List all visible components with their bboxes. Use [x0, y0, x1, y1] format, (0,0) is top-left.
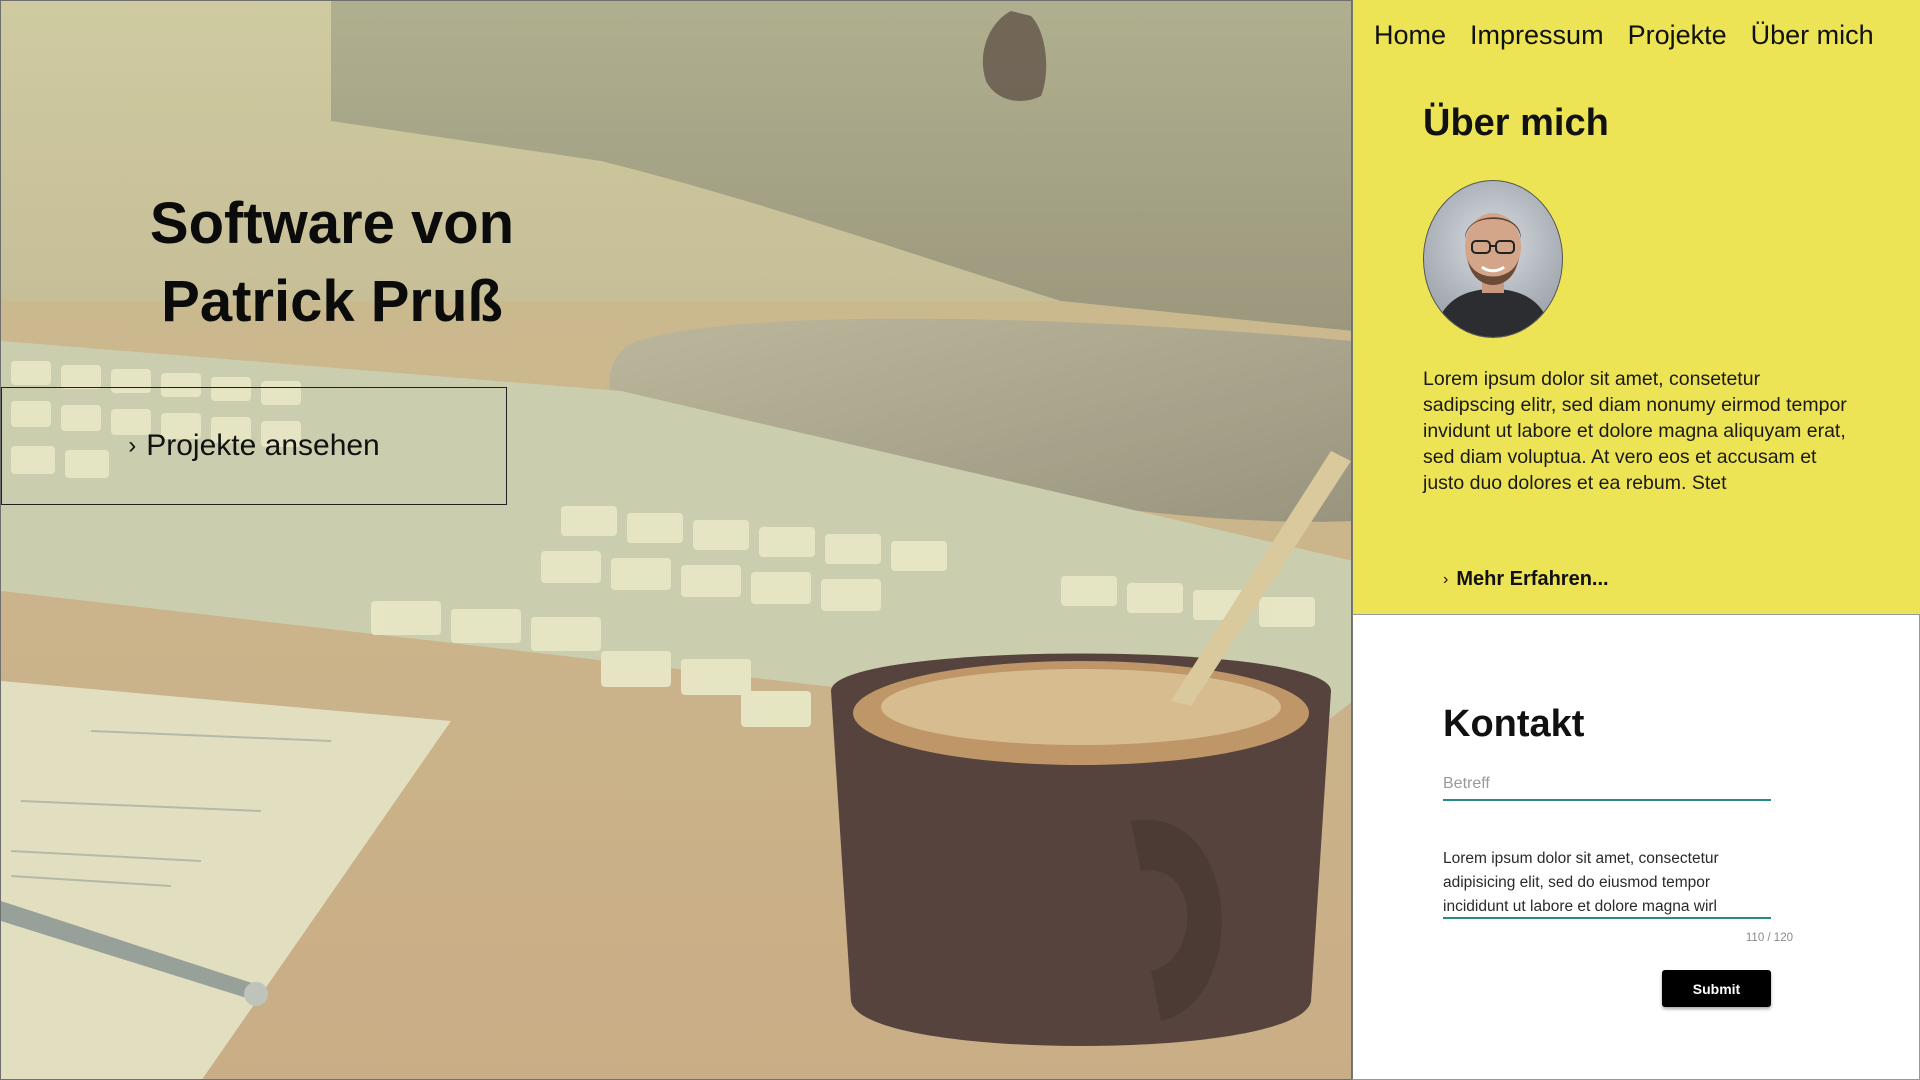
hero-title: Software von Patrick Pruß	[101, 185, 563, 341]
subject-input[interactable]	[1443, 769, 1771, 801]
chevron-right-icon: ›	[1443, 570, 1449, 588]
hero-title-line2: Patrick Pruß	[161, 269, 503, 334]
learn-more-link[interactable]: › Mehr Erfahren...	[1443, 568, 1609, 591]
submit-button[interactable]: Submit	[1662, 970, 1771, 1007]
message-textarea[interactable]: Lorem ipsum dolor sit amet, consectetur …	[1443, 847, 1771, 919]
nav-item-projekte[interactable]: Projekte	[1628, 20, 1727, 51]
view-projects-button[interactable]: › Projekte ansehen	[1, 387, 507, 505]
contact-heading: Kontakt	[1443, 703, 1585, 745]
hero-title-line1: Software von	[149, 191, 515, 256]
nav-item-ueber-mich[interactable]: Über mich	[1751, 20, 1874, 51]
hero-section: Software von Patrick Pruß › Projekte ans…	[0, 0, 1352, 1080]
about-heading: Über mich	[1423, 102, 1609, 144]
character-counter: 110 / 120	[1745, 932, 1793, 944]
learn-more-label: Mehr Erfahren...	[1456, 568, 1609, 590]
about-text: Lorem ipsum dolor sit amet, consetetur s…	[1423, 368, 1847, 494]
chevron-right-icon: ›	[128, 432, 137, 459]
view-projects-label: Projekte ansehen	[146, 429, 380, 462]
about-section: Über mich Lorem ipsum dolor sit amet, co…	[1352, 0, 1920, 615]
main-nav: Home Impressum Projekte Über mich	[1352, 0, 1920, 70]
avatar	[1423, 180, 1563, 338]
nav-item-impressum[interactable]: Impressum	[1470, 20, 1604, 51]
nav-item-home[interactable]: Home	[1374, 20, 1446, 51]
hero-background-photo	[1, 1, 1351, 1079]
avatar-portrait	[1434, 213, 1552, 337]
contact-section: Kontakt Lorem ipsum dolor sit amet, cons…	[1352, 615, 1920, 1080]
